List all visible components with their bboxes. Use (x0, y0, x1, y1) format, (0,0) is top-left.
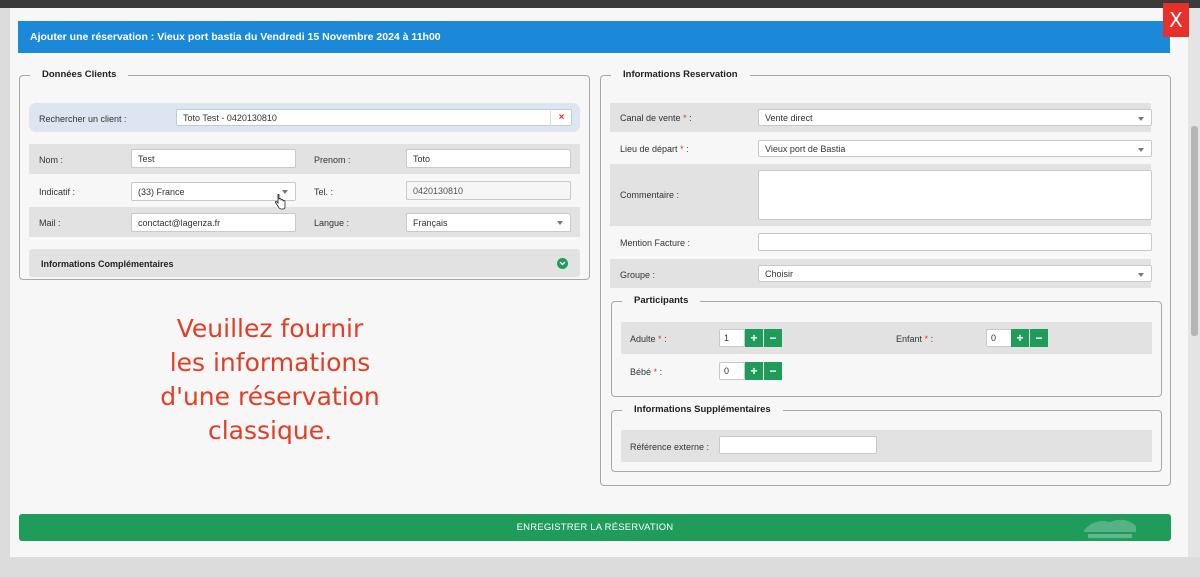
instruction-overlay: Veuillez fournir les informations d'une … (100, 312, 440, 448)
mail-value: conctact@lagenza.fr (138, 217, 221, 228)
mouse-pointer-icon (274, 193, 286, 213)
ref-label: Référence externe : (630, 442, 710, 452)
lieu-value: Vieux port de Bastia (765, 143, 846, 154)
indicatif-select[interactable]: (33) France (131, 182, 296, 201)
page-scrollbar[interactable] (1188, 8, 1200, 557)
bebe-input[interactable]: 0 (719, 362, 745, 380)
canal-label: Canal de vente * : (620, 113, 692, 123)
prenom-value: Toto (413, 153, 431, 164)
langue-select[interactable]: Français (406, 213, 571, 232)
groupe-label: Groupe : (620, 270, 656, 280)
client-search-value: Toto Test - 0420130810 (183, 112, 277, 123)
enfant-input[interactable]: 0 (986, 329, 1012, 347)
mail-input[interactable]: conctact@lagenza.fr (131, 213, 296, 232)
canal-value: Vente direct (765, 112, 813, 123)
close-icon: X (1169, 8, 1183, 32)
reservation-info-section: Informations Reservation Canal de vente … (600, 69, 1171, 486)
lieu-select[interactable]: Vieux port de Bastia (758, 140, 1152, 157)
instruction-line-2: les informations (169, 348, 371, 377)
participants-section: Participants Adulte * : 1 + − Enfant * :… (611, 295, 1162, 397)
mention-input[interactable] (758, 233, 1152, 251)
client-data-section: Données Clients Rechercher un client : T… (19, 69, 590, 280)
commentaire-textarea[interactable] (758, 170, 1152, 220)
bebe-plus-button[interactable]: + (745, 362, 763, 380)
groupe-select[interactable]: Choisir (758, 265, 1152, 282)
supplementary-section: Informations Supplémentaires Référence e… (611, 404, 1162, 472)
enfant-minus-button[interactable]: − (1030, 329, 1048, 347)
nom-value: Test (138, 153, 155, 164)
modal-title: Ajouter une réservation : Vieux port bas… (30, 31, 441, 43)
adulte-label: Adulte * : (630, 334, 667, 344)
adulte-minus-button[interactable]: − (764, 329, 782, 347)
enfant-value: 0 (991, 333, 997, 343)
complementary-label: Informations Complémentaires (41, 259, 174, 269)
instruction-line-4: classique. (207, 416, 333, 445)
mention-label: Mention Facture : (620, 238, 691, 248)
commentaire-label: Commentaire : (620, 190, 680, 200)
supplementary-legend: Informations Supplémentaires (622, 404, 783, 415)
enfant-label: Enfant * : (896, 334, 934, 344)
canal-select[interactable]: Vente direct (758, 109, 1152, 126)
adulte-input[interactable]: 1 (719, 329, 745, 347)
langue-label: Langue : (314, 218, 350, 228)
client-search-input[interactable]: Toto Test - 0420130810 (176, 109, 572, 126)
adulte-plus-button[interactable]: + (745, 329, 763, 347)
clear-client-icon[interactable]: × (550, 109, 572, 126)
tel-input[interactable]: 0420130810 (406, 181, 571, 200)
langue-value: Français (413, 217, 448, 228)
client-data-legend: Données Clients (30, 69, 129, 80)
close-modal-button[interactable]: X (1163, 3, 1189, 37)
bebe-label: Bébé * : (630, 367, 663, 377)
enfant-plus-button[interactable]: + (1011, 329, 1029, 347)
ref-input[interactable] (719, 436, 877, 454)
bebe-value: 0 (724, 366, 730, 376)
prenom-label: Prenom : (314, 155, 351, 165)
client-search-label: Rechercher un client : (39, 114, 127, 124)
nom-label: Nom : (39, 155, 64, 165)
tel-label: Tel. : (314, 187, 334, 197)
lieu-label: Lieu de départ * : (620, 144, 689, 154)
prenom-input[interactable]: Toto (406, 149, 571, 168)
groupe-value: Choisir (765, 268, 794, 279)
adulte-value: 1 (724, 333, 730, 343)
save-reservation-label: ENREGISTRER LA RÉSERVATION (516, 522, 674, 533)
reservation-info-legend: Informations Reservation (611, 69, 750, 80)
window-top-strip (0, 0, 1200, 8)
mail-label: Mail : (39, 218, 61, 228)
instruction-line-1: Veuillez fournir (176, 314, 364, 343)
modal-title-bar: Ajouter une réservation : Vieux port bas… (18, 21, 1170, 53)
bebe-minus-button[interactable]: − (764, 362, 782, 380)
scrollbar-thumb[interactable] (1191, 126, 1198, 336)
participants-legend: Participants (622, 295, 701, 306)
indicatif-value: (33) France (138, 186, 185, 197)
chevron-down-circle-icon[interactable] (557, 258, 568, 269)
indicatif-label: Indicatif : (39, 187, 76, 197)
adult-child-row (621, 322, 1152, 354)
brand-watermark-logo (1080, 512, 1140, 542)
tel-value: 0420130810 (413, 185, 464, 196)
nom-input[interactable]: Test (131, 149, 296, 168)
instruction-line-3: d'une réservation (160, 382, 380, 411)
reservation-modal: Ajouter une réservation : Vieux port bas… (10, 8, 1188, 557)
save-reservation-button[interactable]: ENREGISTRER LA RÉSERVATION (19, 514, 1171, 541)
